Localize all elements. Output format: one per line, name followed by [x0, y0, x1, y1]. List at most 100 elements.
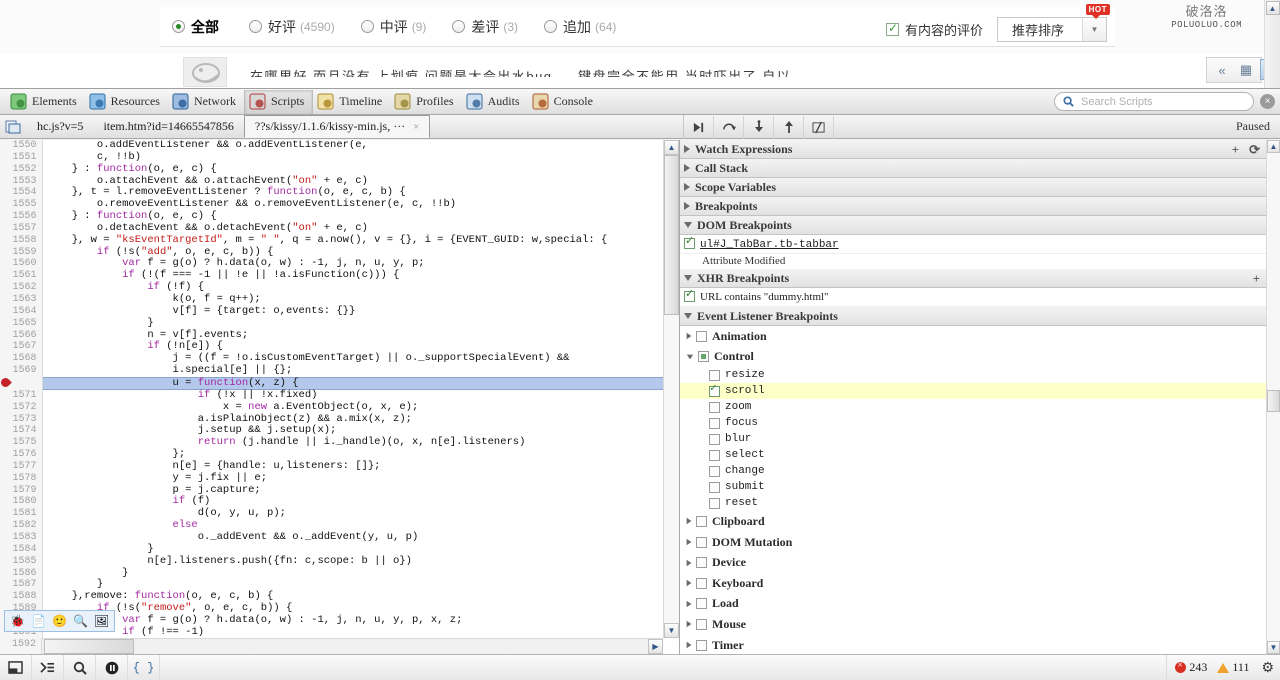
- panel-tab-network[interactable]: Network: [168, 90, 244, 114]
- scroll-thumb[interactable]: [1267, 390, 1280, 412]
- xhr-breakpoint-checkbox[interactable]: [684, 288, 695, 302]
- code-line[interactable]: v[f] = {target: o,events: {}}: [43, 305, 664, 318]
- line-number[interactable]: 1568: [0, 353, 42, 365]
- chevron-right-icon[interactable]: [686, 641, 692, 649]
- event-category-checkbox[interactable]: [696, 639, 707, 651]
- section-header-scope-variables[interactable]: Scope Variables: [680, 178, 1266, 197]
- line-number[interactable]: 1555: [0, 199, 42, 211]
- line-number[interactable]: 1578: [0, 473, 42, 485]
- scroll-up-icon[interactable]: ▲: [664, 140, 679, 155]
- xhr-breakpoint-item[interactable]: URL contains "dummy.html": [680, 288, 1266, 307]
- section-header-breakpoints[interactable]: Breakpoints: [680, 197, 1266, 216]
- event-listener-resize[interactable]: resize: [680, 367, 1266, 383]
- event-listener-checkbox[interactable]: [709, 401, 720, 413]
- dock-icon[interactable]: [0, 655, 32, 680]
- line-number[interactable]: 1554: [0, 187, 42, 199]
- code-line[interactable]: }: [43, 543, 664, 556]
- event-listener-reset[interactable]: reset: [680, 495, 1266, 511]
- chevron-right-icon[interactable]: [686, 600, 692, 608]
- scroll-right-icon[interactable]: ▶: [648, 639, 663, 654]
- event-category-checkbox[interactable]: [696, 577, 707, 589]
- line-number[interactable]: 1582: [0, 520, 42, 532]
- event-listener-blur[interactable]: blur: [680, 431, 1266, 447]
- line-number[interactable]: 1564: [0, 306, 42, 318]
- event-category-checkbox[interactable]: [696, 536, 707, 548]
- line-number[interactable]: 1571: [0, 390, 42, 402]
- console-prompt-icon[interactable]: [32, 655, 64, 680]
- event-category-checkbox[interactable]: [696, 557, 707, 569]
- line-number[interactable]: 1581: [0, 508, 42, 520]
- file-tab-0[interactable]: hc.js?v=5: [27, 116, 93, 138]
- grid-icon[interactable]: ▦: [1234, 59, 1258, 81]
- line-number[interactable]: 1575: [0, 437, 42, 449]
- review-filter-1[interactable]: 好评 (4590): [249, 17, 335, 37]
- event-category-checkbox[interactable]: [696, 618, 707, 630]
- event-category-control[interactable]: Control: [680, 347, 1266, 368]
- chevron-right-icon[interactable]: [684, 145, 690, 153]
- search-scripts-wrapper[interactable]: [1054, 92, 1254, 111]
- smiley-icon[interactable]: 🙂: [49, 612, 70, 630]
- line-number[interactable]: 1565: [0, 318, 42, 330]
- event-listener-submit[interactable]: submit: [680, 479, 1266, 495]
- warning-count[interactable]: 111: [1217, 660, 1249, 675]
- chevron-right-icon[interactable]: [686, 559, 692, 566]
- event-category-timer[interactable]: Timer: [680, 635, 1266, 654]
- radio-icon[interactable]: [544, 20, 558, 33]
- code-line[interactable]: u = function(x, z) {: [42, 376, 663, 390]
- scroll-up-icon[interactable]: ▲: [1265, 1, 1280, 15]
- code-lines[interactable]: o.addEventListener && o.addEventListener…: [42, 140, 664, 638]
- bug-icon[interactable]: 🐞: [7, 612, 28, 630]
- line-number[interactable]: 1566: [0, 330, 42, 342]
- section-header-dom-breakpoints[interactable]: DOM Breakpoints: [680, 216, 1266, 235]
- event-category-checkbox[interactable]: [696, 330, 707, 342]
- line-number[interactable]: [0, 376, 42, 390]
- code-line[interactable]: }: [43, 317, 664, 330]
- line-number[interactable]: 1569: [0, 365, 42, 377]
- collapse-icon[interactable]: «: [1210, 59, 1234, 81]
- search-input[interactable]: [1079, 94, 1245, 109]
- scroll-down-icon[interactable]: ▼: [664, 623, 679, 638]
- panel-tab-audits[interactable]: Audits: [462, 90, 528, 114]
- source-horizontal-scrollbar[interactable]: ◀ ▶: [0, 638, 663, 654]
- event-category-checkbox[interactable]: [698, 351, 709, 363]
- event-listener-checkbox[interactable]: [709, 497, 720, 509]
- panel-tab-timeline[interactable]: Timeline: [313, 90, 390, 114]
- event-listener-zoom[interactable]: zoom: [680, 399, 1266, 415]
- line-number[interactable]: 1561: [0, 270, 42, 282]
- code-line[interactable]: }: [43, 567, 664, 580]
- code-line[interactable]: n[e] = {handle: u,listeners: []};: [43, 460, 664, 473]
- line-number[interactable]: 1579: [0, 485, 42, 497]
- event-category-mouse[interactable]: Mouse: [680, 614, 1266, 635]
- sidebar-scrollbar[interactable]: ▲ ▼: [1266, 140, 1280, 654]
- panel-tab-scripts[interactable]: Scripts: [243, 89, 314, 114]
- line-number[interactable]: 1586: [0, 568, 42, 580]
- chevron-down-icon[interactable]: [684, 313, 692, 319]
- code-line[interactable]: if (!x || !x.fixed): [43, 389, 664, 402]
- breakpoint-marker[interactable]: [0, 376, 12, 389]
- line-number[interactable]: 1558: [0, 235, 42, 247]
- line-number[interactable]: 1557: [0, 223, 42, 235]
- line-number[interactable]: 1560: [0, 258, 42, 270]
- event-category-load[interactable]: Load: [680, 594, 1266, 615]
- file-tab-1[interactable]: item.htm?id=14665547856: [93, 116, 243, 138]
- event-category-checkbox[interactable]: [696, 598, 707, 610]
- source-vertical-scrollbar[interactable]: ▲ ▼: [663, 140, 679, 638]
- radio-icon[interactable]: [452, 20, 466, 33]
- event-listener-select[interactable]: select: [680, 447, 1266, 463]
- code-line[interactable]: } : function(o, e, c) {: [43, 163, 664, 176]
- line-number[interactable]: 1553: [0, 176, 42, 188]
- section-header-event-listener-breakpoints[interactable]: Event Listener Breakpoints: [680, 307, 1266, 326]
- event-category-checkbox[interactable]: [696, 515, 707, 527]
- scroll-thumb[interactable]: [664, 155, 679, 315]
- line-number[interactable]: 1574: [0, 425, 42, 437]
- review-filter-0[interactable]: 全部: [172, 17, 223, 37]
- code-line[interactable]: var f = g(o) ? h.data(o, w) : -1, j, n, …: [43, 614, 664, 627]
- panel-tab-elements[interactable]: Elements: [6, 90, 85, 114]
- line-number[interactable]: 1552: [0, 164, 42, 176]
- code-line[interactable]: if (f !== -1): [43, 626, 664, 638]
- panel-tab-resources[interactable]: Resources: [85, 90, 168, 114]
- event-listener-checkbox[interactable]: [709, 481, 720, 493]
- line-number[interactable]: 1556: [0, 211, 42, 223]
- panel-tab-profiles[interactable]: Profiles: [390, 90, 461, 114]
- line-number[interactable]: 1577: [0, 461, 42, 473]
